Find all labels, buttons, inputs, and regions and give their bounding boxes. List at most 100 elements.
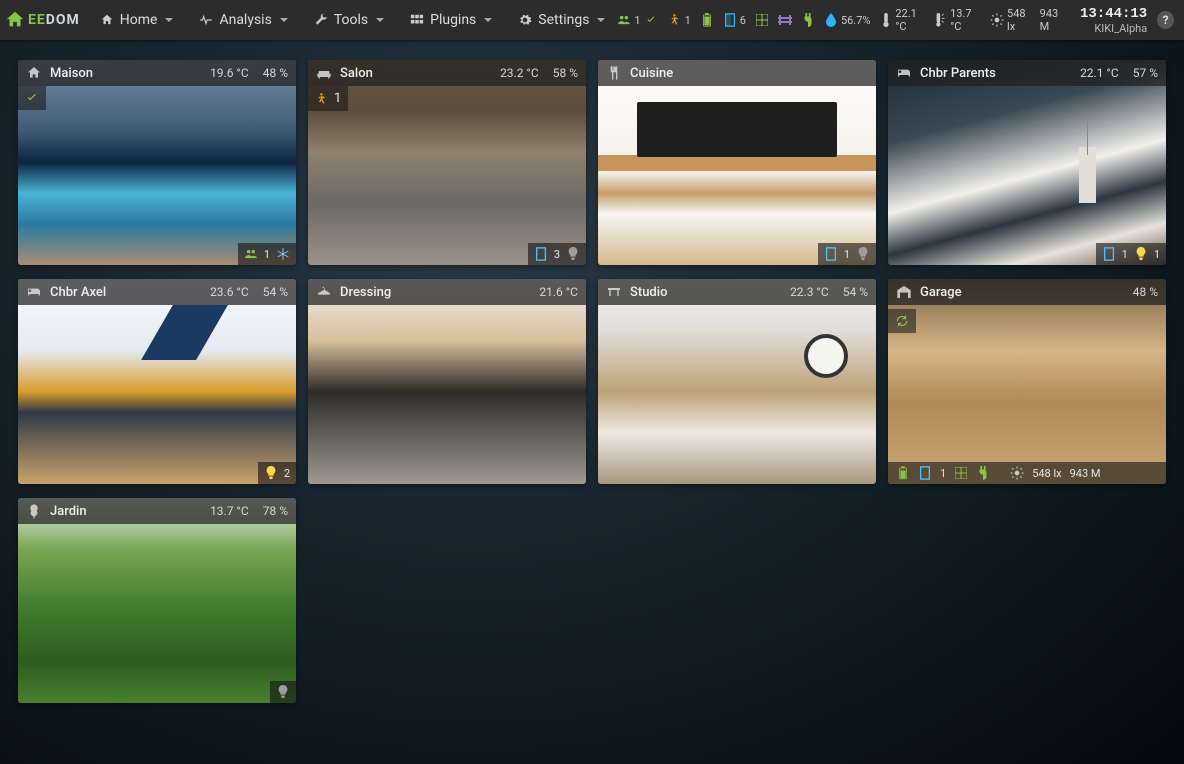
plug-icon[interactable]	[802, 13, 814, 27]
motion-icon	[315, 92, 329, 106]
tile-corner: 1	[818, 243, 876, 265]
clock-block: 13:44:13 KIKI_Alpha	[1080, 6, 1147, 35]
tile-parents[interactable]: Chbr Parents 22.1 °C 57 % 1 1	[888, 60, 1166, 265]
sofa-icon	[316, 65, 332, 81]
gate-icon[interactable]	[778, 13, 792, 27]
room-name: Studio	[630, 285, 776, 300]
hanger-icon	[316, 284, 332, 300]
status-power[interactable]: 943 M	[1040, 7, 1066, 33]
help-button[interactable]: ?	[1157, 11, 1174, 29]
status-humidity[interactable]: 56.7%	[824, 13, 871, 27]
chevron-down-icon	[484, 18, 492, 22]
gear-icon	[518, 13, 532, 27]
tile-corner	[270, 681, 296, 703]
brand-ee: EE	[28, 12, 46, 28]
tile-maison[interactable]: Maison 19.6 °C 48 % 1	[18, 60, 296, 265]
window-icon[interactable]	[756, 13, 768, 27]
chevron-down-icon	[376, 18, 384, 22]
menu-home[interactable]: Home	[88, 4, 186, 36]
room-name: Jardin	[50, 504, 196, 519]
room-name: Chbr Axel	[50, 285, 196, 300]
check-icon	[25, 91, 39, 105]
status-doors-value: 6	[740, 14, 746, 27]
tile-salon[interactable]: Salon 23.2 °C 58 % 1 3	[308, 60, 586, 265]
status-temp-out[interactable]: 13.7 °C	[935, 7, 980, 33]
door-icon	[534, 247, 548, 261]
menu-plugins-label: Plugins	[430, 12, 476, 28]
status-motion[interactable]: 1	[668, 13, 691, 27]
sun-icon	[1010, 466, 1024, 480]
room-temp: 22.1 °C	[1080, 66, 1119, 80]
kitchen-icon	[606, 65, 622, 81]
room-image	[888, 60, 1166, 265]
room-hum: 54 %	[263, 285, 288, 299]
tile-header: Dressing 21.6 °C	[308, 279, 586, 305]
tile-header: Salon 23.2 °C 58 %	[308, 60, 586, 86]
room-image	[308, 60, 586, 265]
status-doors[interactable]: 6	[723, 13, 746, 27]
presence-icon	[244, 247, 258, 261]
door-count: 1	[1122, 248, 1128, 261]
main-menu: Home Analysis Tools Plugins Settings	[88, 4, 618, 36]
motion-count: 1	[334, 91, 341, 106]
room-name: Cuisine	[630, 66, 868, 81]
door-icon	[918, 466, 932, 480]
battery-icon[interactable]	[701, 13, 713, 27]
motion-badge: 1	[308, 86, 348, 111]
menu-analysis[interactable]: Analysis	[187, 4, 299, 36]
tile-header: Chbr Axel 23.6 °C 54 %	[18, 279, 296, 305]
tile-studio[interactable]: Studio 22.3 °C 54 %	[598, 279, 876, 484]
plug-icon	[976, 466, 990, 480]
brand-logo[interactable]: EEDOM	[4, 9, 80, 31]
tile-corner: 1	[238, 243, 296, 265]
bulb-count: 2	[284, 467, 290, 480]
status-temp-in-value: 22.1 °C	[895, 7, 925, 33]
thermometer-out-icon	[935, 13, 947, 27]
window-icon	[954, 466, 968, 480]
door-icon	[1102, 247, 1116, 261]
room-name: Salon	[340, 66, 486, 81]
bulb-icon	[1134, 247, 1148, 261]
home-icon	[100, 13, 114, 27]
tree-icon	[26, 503, 42, 519]
room-image	[18, 60, 296, 265]
status-temp-in[interactable]: 22.1 °C	[881, 7, 926, 33]
current-user: KIKI_Alpha	[1080, 22, 1147, 35]
menu-home-label: Home	[120, 12, 158, 28]
door-count: 1	[844, 248, 850, 261]
chevron-down-icon	[280, 18, 288, 22]
presence-icon	[617, 13, 631, 27]
tile-axel[interactable]: Chbr Axel 23.6 °C 54 % 2	[18, 279, 296, 484]
desk-icon	[606, 284, 622, 300]
battery-icon	[896, 466, 910, 480]
tile-header: Jardin 13.7 °C 78 %	[18, 498, 296, 524]
droplet-icon	[824, 13, 838, 27]
status-humidity-value: 56.7%	[841, 14, 871, 27]
tile-jardin[interactable]: Jardin 13.7 °C 78 %	[18, 498, 296, 703]
sync-icon	[895, 314, 909, 328]
door-icon	[824, 247, 838, 261]
tile-cuisine[interactable]: Cuisine 1	[598, 60, 876, 265]
garage-power: 943 M	[1070, 467, 1101, 480]
status-power-value: 943 M	[1040, 7, 1066, 33]
menu-plugins[interactable]: Plugins	[398, 4, 504, 36]
tile-corner: 3	[528, 243, 586, 265]
status-presence[interactable]: 1	[617, 13, 657, 27]
door-icon	[723, 13, 737, 27]
tile-header: Studio 22.3 °C 54 %	[598, 279, 876, 305]
room-image	[18, 279, 296, 484]
room-name: Dressing	[340, 285, 525, 300]
garage-icon	[896, 284, 912, 300]
brand-dom: DOM	[46, 12, 80, 28]
status-lux[interactable]: 548 lx	[990, 7, 1030, 33]
room-name: Chbr Parents	[920, 66, 1066, 81]
room-temp: 21.6 °C	[539, 285, 578, 299]
menu-settings[interactable]: Settings	[506, 4, 617, 36]
tile-dressing[interactable]: Dressing 21.6 °C	[308, 279, 586, 484]
navbar: EEDOM Home Analysis Tools Plugins Settin…	[0, 0, 1184, 40]
tile-header: Chbr Parents 22.1 °C 57 %	[888, 60, 1166, 86]
tile-garage[interactable]: Garage 48 % 1 548 lx 943 M	[888, 279, 1166, 484]
room-name: Garage	[920, 285, 1119, 300]
menu-tools[interactable]: Tools	[302, 4, 396, 36]
motion-icon	[668, 13, 682, 27]
